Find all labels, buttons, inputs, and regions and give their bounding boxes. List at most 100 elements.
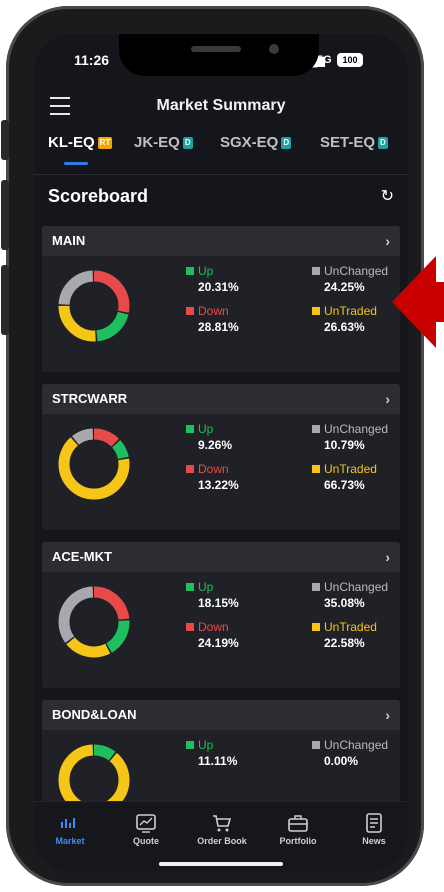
nav-label: Portfolio (279, 836, 317, 846)
unchanged-value: 0.00% (324, 754, 359, 768)
unchanged-value: 24.25% (324, 280, 365, 294)
board-card-main: MAIN › Up 20.31% Down 28.81% UnChanged 24.25… (42, 226, 400, 372)
battery-icon: 100 (337, 53, 363, 67)
legend-label: Up (198, 422, 214, 436)
legend-up: Up 20.31% (186, 264, 239, 294)
news-icon (344, 810, 404, 836)
tab-jk-eq[interactable]: JK-EQ D (134, 134, 193, 151)
unchanged-swatch (312, 267, 320, 275)
exchange-tabs: KL-EQ RT JK-EQ D SGX-EQ D SET-EQ D (34, 134, 408, 170)
bottom-nav: Market Quote Order Book Portfolio News (34, 801, 408, 872)
legend-label: Up (198, 264, 214, 278)
tab-set-eq[interactable]: SET-EQ D (320, 134, 388, 151)
untraded-swatch (312, 307, 320, 315)
refresh-icon[interactable]: ↻ (381, 186, 394, 206)
donut-chart (58, 270, 130, 342)
up-value: 9.26% (198, 438, 233, 452)
down-value: 28.81% (198, 320, 239, 334)
down-swatch (186, 307, 194, 315)
status-time: 11:26 (74, 52, 110, 68)
untraded-value: 22.58% (324, 636, 365, 650)
down-value: 24.19% (198, 636, 239, 650)
home-indicator (159, 862, 283, 866)
legend-unchanged: UnChanged 35.08% (312, 580, 388, 610)
legend-down: Down 24.19% (186, 620, 239, 650)
board-card-strcwarr: STRCWARR › Up 9.26% Down 13.22% UnChanged 10… (42, 384, 400, 530)
nav-label: Quote (133, 836, 159, 846)
legend-untraded: UnTraded 22.58% (312, 620, 377, 650)
legend-label: UnChanged (324, 738, 389, 752)
tab-label: JK-EQ (134, 134, 180, 151)
up-swatch (186, 741, 194, 749)
realtime-badge: RT (97, 137, 113, 149)
legend-label: UnTraded (324, 620, 377, 634)
legend-label: Down (198, 620, 229, 634)
legend-label: UnTraded (324, 462, 377, 476)
up-swatch (186, 583, 194, 591)
legend-label: Down (198, 462, 229, 476)
tab-sgx-eq[interactable]: SGX-EQ D (220, 134, 292, 151)
unchanged-value: 10.79% (324, 438, 365, 452)
nav-label: Order Book (197, 836, 247, 846)
tab-kl-eq[interactable]: KL-EQ RT (48, 134, 113, 151)
untraded-value: 26.63% (324, 320, 365, 334)
tab-label: KL-EQ (48, 134, 95, 151)
quote-icon (116, 810, 176, 836)
mute-switch (1, 120, 9, 160)
chevron-right-icon: › (385, 391, 390, 407)
legend-label: UnChanged (324, 580, 389, 594)
nav-news[interactable]: News (344, 810, 404, 846)
chevron-right-icon: › (385, 233, 390, 249)
divider (34, 174, 408, 175)
network-type: 5G (317, 54, 332, 66)
untraded-value: 66.73% (324, 478, 365, 492)
legend-label: Up (198, 738, 214, 752)
legend-up: Up 9.26% (186, 422, 232, 452)
board-name: STRCWARR (52, 391, 128, 406)
board-header[interactable]: STRCWARR › (42, 384, 400, 414)
chevron-right-icon: › (385, 549, 390, 565)
nav-portfolio[interactable]: Portfolio (268, 810, 328, 846)
up-value: 11.11% (198, 754, 238, 768)
board-header[interactable]: ACE-MKT › (42, 542, 400, 572)
untraded-swatch (312, 623, 320, 631)
legend-label: UnChanged (324, 264, 389, 278)
active-tab-indicator (64, 162, 88, 165)
down-swatch (186, 623, 194, 631)
donut-chart (58, 428, 130, 500)
board-header[interactable]: MAIN › (42, 226, 400, 256)
unchanged-value: 35.08% (324, 596, 365, 610)
up-value: 20.31% (198, 280, 239, 294)
nav-label: Market (55, 836, 85, 846)
app-screen: 11:26 ▂▄▆ 5G 100 Market Summary KL-EQRT … (34, 34, 408, 872)
board-card-ace-mkt: ACE-MKT › Up 18.15% Down 24.19% UnChanged 35… (42, 542, 400, 688)
board-name: MAIN (52, 233, 86, 248)
legend-down: Down 28.81% (186, 304, 239, 334)
legend-untraded: UnTraded 66.73% (312, 462, 377, 492)
market-icon (40, 810, 100, 836)
cart-icon (192, 810, 252, 836)
delayed-badge: D (182, 137, 193, 149)
down-swatch (186, 465, 194, 473)
nav-quote[interactable]: Quote (116, 810, 176, 846)
legend-unchanged: UnChanged 10.79% (312, 422, 388, 452)
up-value: 18.15% (198, 596, 239, 610)
untraded-swatch (312, 465, 320, 473)
nav-market[interactable]: Market (40, 810, 100, 846)
board-name: BOND&LOAN (52, 707, 137, 722)
donut-slice-untraded (58, 428, 130, 500)
volume-up-button (1, 180, 9, 250)
nav-label: News (362, 836, 386, 846)
unchanged-swatch (312, 741, 320, 749)
tab-label: SET-EQ (320, 134, 376, 151)
legend-unchanged: UnChanged 0.00% (312, 738, 388, 768)
up-swatch (186, 267, 194, 275)
legend-label: UnChanged (324, 422, 389, 436)
unchanged-swatch (312, 583, 320, 591)
nav-order-book[interactable]: Order Book (192, 810, 252, 846)
legend-unchanged: UnChanged 24.25% (312, 264, 388, 294)
page-title: Market Summary (156, 97, 286, 114)
scoreboard-title: Scoreboard (48, 186, 149, 206)
board-header[interactable]: BOND&LOAN › (42, 700, 400, 730)
legend-label: Up (198, 580, 214, 594)
